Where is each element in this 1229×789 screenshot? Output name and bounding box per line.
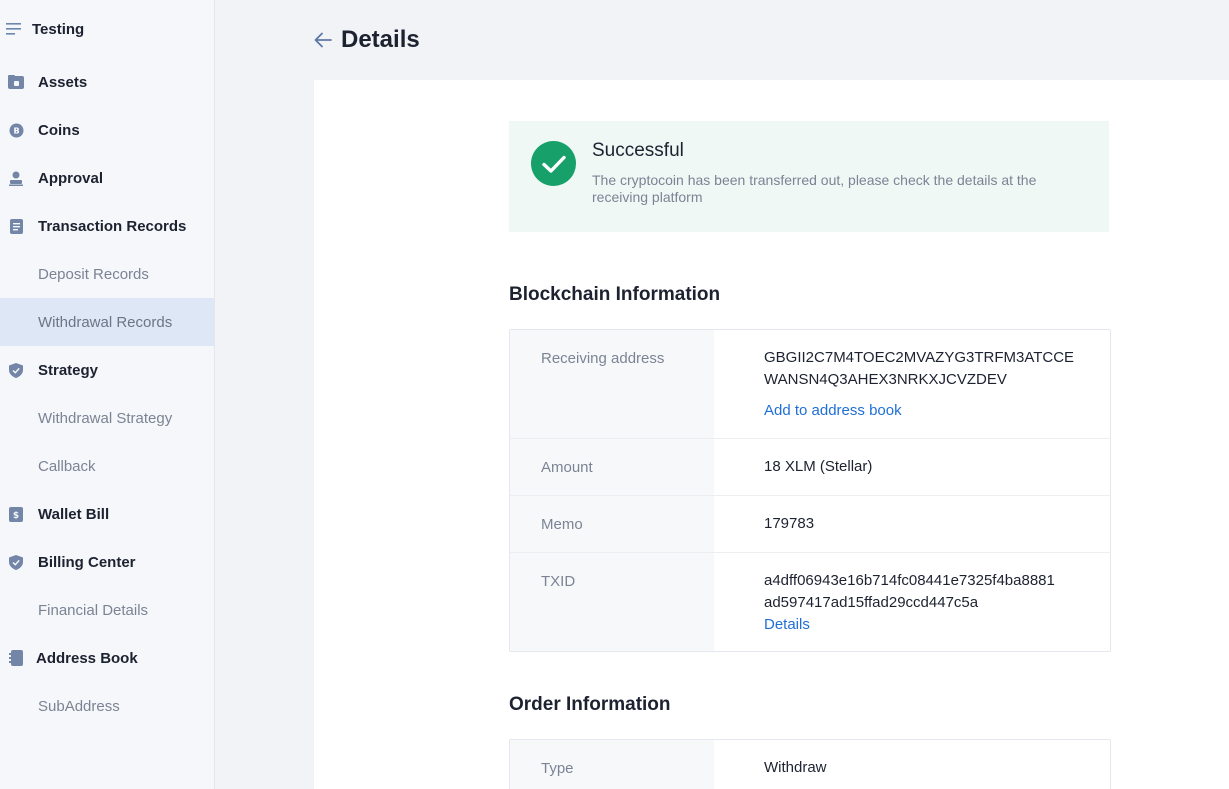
memo-label: Memo: [510, 496, 714, 552]
sidebar-item-label: Billing Center: [38, 553, 136, 571]
sidebar-item-callback[interactable]: Callback: [0, 442, 214, 490]
txid-label: TXID: [510, 553, 714, 651]
sidebar-item-label: Wallet Bill: [38, 505, 110, 523]
document-icon: [8, 218, 24, 234]
sidebar-item-assets[interactable]: Assets: [0, 58, 214, 106]
sidebar-item-approval[interactable]: Approval: [0, 154, 214, 202]
page-title: Details: [341, 26, 420, 53]
brand-label: Testing: [32, 20, 85, 38]
amount-row: Amount 18 XLM (Stellar): [510, 439, 1110, 496]
txid-line1[interactable]: a4dff06943e16b714fc08441e7325f4ba8881: [764, 570, 1110, 592]
receiving-address-row: Receiving address GBGII2C7M4TOEC2MVAZYG3…: [510, 330, 1110, 439]
sidebar-brand[interactable]: Testing: [0, 0, 214, 58]
sidebar: Testing Assets B Coins Approval Transact…: [0, 0, 215, 789]
sidebar-item-label: Strategy: [38, 361, 99, 379]
receiving-address-line1[interactable]: GBGII2C7M4TOEC2MVAZYG3TRFM3ATCCE: [764, 347, 1110, 369]
receiving-address-value: GBGII2C7M4TOEC2MVAZYG3TRFM3ATCCE WANSN4Q…: [714, 330, 1110, 438]
sidebar-item-label: Address Book: [36, 649, 138, 667]
sidebar-item-deposit-records[interactable]: Deposit Records: [0, 250, 214, 298]
order-info-table: Type Withdraw: [509, 739, 1111, 789]
shield-icon: [8, 554, 24, 570]
menu-icon[interactable]: [6, 23, 22, 35]
user-stamp-icon: [8, 170, 24, 186]
memo-row: Memo 179783: [510, 496, 1110, 553]
amount-value: 18 XLM (Stellar): [764, 458, 873, 475]
bill-icon: $: [8, 506, 24, 522]
sidebar-item-label: Assets: [38, 73, 88, 91]
sidebar-item-billing-center[interactable]: Billing Center: [0, 538, 214, 586]
type-value: Withdraw: [764, 759, 827, 776]
svg-text:B: B: [13, 126, 19, 135]
back-arrow-icon[interactable]: [313, 30, 333, 50]
type-row: Type Withdraw: [510, 740, 1110, 789]
amount-label: Amount: [510, 439, 714, 495]
sidebar-item-label: Callback: [38, 457, 96, 475]
txid-value: a4dff06943e16b714fc08441e7325f4ba8881 ad…: [714, 553, 1110, 651]
sidebar-item-label: SubAddress: [38, 697, 120, 715]
add-to-address-book-link[interactable]: Add to address book: [764, 400, 1110, 422]
svg-text:$: $: [13, 511, 19, 521]
page-header: Details: [215, 0, 1229, 80]
sidebar-item-withdrawal-records[interactable]: Withdrawal Records: [0, 298, 214, 346]
sidebar-item-financial-details[interactable]: Financial Details: [0, 586, 214, 634]
sidebar-item-label: Deposit Records: [38, 265, 149, 283]
sidebar-item-label: Transaction Records: [38, 217, 187, 235]
sidebar-item-label: Coins: [38, 121, 80, 139]
sidebar-nav: Assets B Coins Approval Transaction Reco…: [0, 58, 214, 730]
check-circle-icon: [531, 141, 576, 186]
txid-line2[interactable]: ad597417ad15ffad29ccd447c5a: [764, 592, 1110, 614]
type-label: Type: [510, 740, 714, 789]
sidebar-item-strategy[interactable]: Strategy: [0, 346, 214, 394]
wallet-icon: [8, 74, 24, 90]
sidebar-item-address-book[interactable]: Address Book: [0, 634, 214, 682]
sidebar-item-wallet-bill[interactable]: $ Wallet Bill: [0, 490, 214, 538]
status-title: Successful: [592, 140, 684, 161]
status-banner: Successful The cryptocoin has been trans…: [509, 121, 1109, 232]
shield-icon: [8, 362, 24, 378]
bitcoin-icon: B: [8, 122, 24, 138]
sidebar-item-coins[interactable]: B Coins: [0, 106, 214, 154]
sidebar-item-label: Financial Details: [38, 601, 149, 619]
receiving-address-label: Receiving address: [510, 330, 714, 438]
receiving-address-line2[interactable]: WANSN4Q3AHEX3NRKXJCVZDEV: [764, 369, 1110, 391]
details-panel: Successful The cryptocoin has been trans…: [314, 80, 1229, 789]
status-text: Successful The cryptocoin has been trans…: [592, 140, 1082, 212]
sidebar-item-label: Withdrawal Strategy: [38, 409, 173, 427]
blockchain-section-title: Blockchain Information: [509, 284, 721, 305]
status-description: The cryptocoin has been transferred out,…: [592, 172, 1037, 205]
sidebar-item-withdrawal-strategy[interactable]: Withdrawal Strategy: [0, 394, 214, 442]
sidebar-item-label: Approval: [38, 169, 104, 187]
txid-row: TXID a4dff06943e16b714fc08441e7325f4ba88…: [510, 553, 1110, 651]
address-book-icon: [8, 650, 24, 666]
sidebar-item-transaction-records[interactable]: Transaction Records: [0, 202, 214, 250]
blockchain-info-table: Receiving address GBGII2C7M4TOEC2MVAZYG3…: [509, 329, 1111, 652]
order-section-title: Order Information: [509, 694, 671, 715]
sidebar-item-label: Withdrawal Records: [38, 313, 173, 331]
memo-value[interactable]: 179783: [714, 496, 1110, 552]
txid-details-link[interactable]: Details: [764, 614, 1110, 636]
sidebar-item-subaddress[interactable]: SubAddress: [0, 682, 214, 730]
